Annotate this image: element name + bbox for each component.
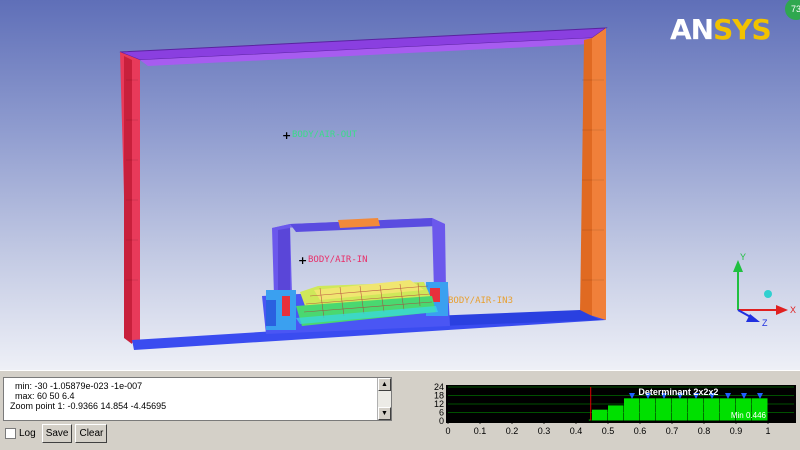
x-axis-label: X — [790, 305, 796, 315]
left-block-red — [282, 296, 290, 316]
x-tick-label: 0 — [445, 426, 450, 436]
y-tick-label: 12 — [434, 399, 444, 409]
marker-air-in: + — [298, 254, 308, 267]
y-tick-label: 6 — [439, 408, 444, 418]
histogram-title: Determinant 2x2x2 — [638, 387, 718, 397]
x-tick-label: 0.3 — [538, 426, 551, 436]
label-air-out: BODY/AIR-OUT — [292, 130, 358, 140]
y-tick-label: 0 — [439, 416, 444, 426]
histogram-bar — [704, 398, 720, 421]
save-button[interactable]: Save — [41, 423, 73, 443]
x-tick-label: 0.4 — [570, 426, 583, 436]
x-tick-label: 1 — [765, 426, 770, 436]
console-output[interactable]: min: -30 -1.05879e-023 -1e-007 max: 60 5… — [3, 377, 392, 421]
console-line: max: 60 50 6.4 — [10, 391, 75, 401]
console-text: min: -30 -1.05879e-023 -1e-007 max: 60 5… — [10, 381, 166, 411]
x-tick-label: 0.5 — [602, 426, 615, 436]
x-tick-label: 0.1 — [474, 426, 487, 436]
ansys-logo: ANSYS — [670, 13, 772, 46]
x-tick-label: 0.2 — [506, 426, 519, 436]
frame-hatching — [126, 79, 604, 281]
left-block-blue — [266, 300, 276, 326]
scroll-up-icon[interactable]: ▲ — [378, 378, 391, 391]
x-tick-label: 0.9 — [730, 426, 743, 436]
label-air-in: BODY/AIR-IN — [308, 255, 368, 265]
x-tick-label: 0.6 — [634, 426, 647, 436]
console-line: Zoom point 1: -0.9366 14.854 -4.45695 — [10, 401, 167, 411]
histogram-bar — [624, 398, 640, 421]
graphics-viewport[interactable]: + BODY/AIR-OUT + BODY/AIR-IN BODY/AIR-IN… — [0, 0, 800, 370]
x-tick-label: 0.8 — [698, 426, 711, 436]
histogram-bar — [688, 398, 704, 421]
inner-left-face — [278, 228, 290, 296]
marker-air-out: + — [282, 129, 292, 142]
frame-right-face — [580, 38, 592, 316]
console-controls: Log Save Clear — [5, 423, 108, 443]
histogram-bar — [640, 398, 656, 421]
quality-histogram[interactable]: 06121824 0 0.1 0.2 0.3 0.4 0.5 0.6 0.7 0.8 0.9 1 Det… — [400, 371, 800, 450]
bottom-panel: min: -30 -1.05879e-023 -1e-007 max: 60 5… — [0, 370, 800, 450]
axis-triad[interactable]: Y X Z — [722, 250, 800, 332]
y-tick-label: 18 — [434, 391, 444, 401]
mesh-model[interactable] — [0, 0, 800, 370]
label-air-in3: BODY/AIR-IN3 — [448, 296, 514, 306]
inner-right — [432, 218, 446, 292]
y-axis-label: Y — [740, 252, 746, 262]
log-checkbox[interactable] — [5, 427, 16, 439]
clear-button[interactable]: Clear — [75, 423, 108, 443]
x-axis-arrow-icon — [776, 305, 788, 315]
histogram-bar — [656, 398, 672, 421]
y-tick-label: 24 — [434, 382, 444, 392]
z-axis-label: Z — [762, 318, 768, 328]
histogram-bar — [592, 409, 608, 421]
histogram-bar — [608, 405, 624, 421]
x-tick-label: 0.7 — [666, 426, 679, 436]
iso-view-icon — [764, 290, 772, 298]
log-label: Log — [19, 427, 36, 439]
console-scrollbar[interactable]: ▲ ▼ — [377, 378, 391, 420]
histogram-bar — [672, 398, 688, 421]
histogram-min-annotation: Min 0.446 — [731, 411, 767, 420]
console-line: min: -30 -1.05879e-023 -1e-007 — [10, 381, 143, 391]
scroll-down-icon[interactable]: ▼ — [378, 407, 391, 420]
